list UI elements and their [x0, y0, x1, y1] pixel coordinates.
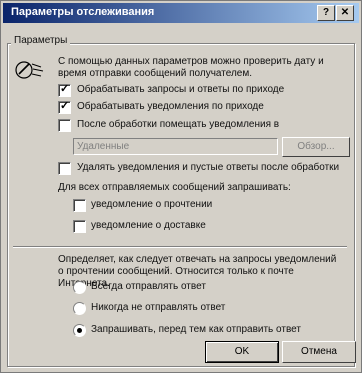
never-send-radio[interactable]: [73, 302, 86, 315]
delete-receipts-checkbox[interactable]: [58, 162, 71, 175]
process-requests-checkbox[interactable]: ✓: [58, 83, 71, 97]
request-caption: Для всех отправляемых сообщений запрашив…: [58, 182, 291, 193]
checkmark-icon: ✓: [60, 83, 70, 95]
always-send-radio[interactable]: [73, 281, 86, 294]
read-receipt-label: уведомление о прочтении: [91, 199, 213, 210]
delivery-receipt-label: уведомление о доставке: [91, 220, 206, 231]
delete-receipts-label: Удалять уведомления и пустые ответы посл…: [77, 162, 340, 173]
checkmark-icon: ✓: [60, 100, 70, 112]
tracking-signature-icon: [15, 61, 44, 79]
delivery-receipt-checkbox[interactable]: [73, 220, 86, 233]
cancel-button[interactable]: Отмена: [282, 341, 356, 363]
folder-field[interactable]: Удаленные: [73, 138, 278, 155]
process-receipts-label: Обрабатывать уведомления по приходе: [77, 101, 264, 112]
help-button[interactable]: ?: [317, 5, 335, 21]
radio-selected-dot: [77, 328, 82, 333]
tracking-options-dialog: Параметры отслеживания ? ✕ Параметры С п…: [0, 0, 362, 373]
dialog-title: Параметры отслеживания: [11, 6, 155, 18]
browse-button[interactable]: Обзор...: [282, 137, 350, 157]
process-requests-label: Обрабатывать запросы и ответы по приходе: [77, 84, 285, 95]
groupbox-label: Параметры: [11, 35, 71, 46]
title-bar[interactable]: Параметры отслеживания ? ✕: [3, 3, 359, 23]
never-send-label: Никогда не отправлять ответ: [91, 302, 226, 313]
always-send-label: Всегда отправлять ответ: [91, 281, 206, 292]
move-receipts-checkbox[interactable]: [58, 119, 71, 132]
separator: [13, 246, 347, 248]
read-receipt-checkbox[interactable]: [73, 199, 86, 212]
move-receipts-label: После обработки помещать уведомления в: [77, 119, 280, 130]
ask-before-send-label: Запрашивать, перед тем как отправить отв…: [91, 324, 301, 335]
close-button[interactable]: ✕: [336, 5, 354, 21]
ask-before-send-radio[interactable]: [73, 324, 86, 337]
options-description: С помощью данных параметров можно провер…: [58, 56, 324, 79]
ok-button[interactable]: OK: [205, 341, 279, 363]
process-receipts-checkbox[interactable]: ✓: [58, 100, 71, 114]
